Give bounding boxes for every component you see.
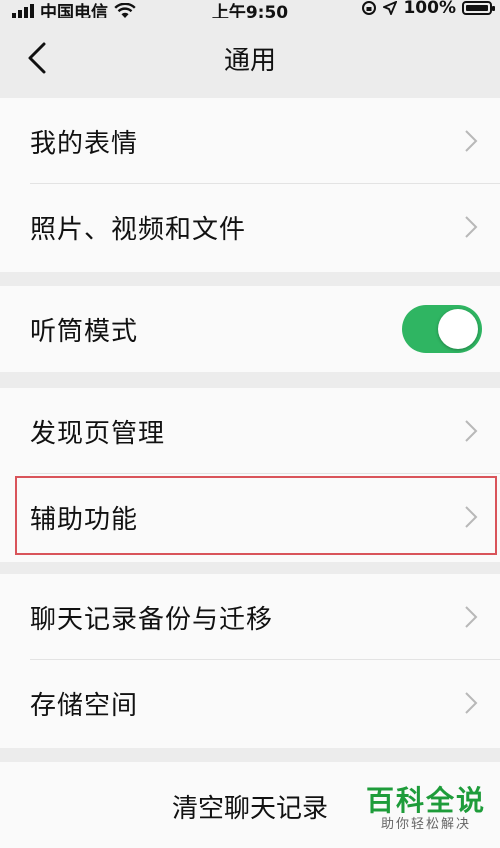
watermark-title: 百科全说	[365, 784, 486, 817]
settings-item-label: 我的表情	[30, 128, 139, 159]
earpiece-mode-toggle[interactable]	[402, 305, 482, 353]
clear-chat-history-label: 清空聊天记录	[171, 794, 328, 824]
settings-group-1: 我的表情 照片、视频和文件	[0, 98, 500, 272]
chevron-right-icon	[465, 420, 478, 442]
watermark-logo: 百科全说 助你轻松解决	[366, 786, 486, 834]
rotation-lock-icon	[362, 1, 377, 15]
settings-item-accessibility[interactable]: 辅助功能	[0, 474, 500, 560]
chevron-right-icon	[465, 506, 478, 528]
settings-item-storage[interactable]: 存储空间	[0, 660, 500, 746]
toggle-knob	[438, 309, 478, 349]
chevron-right-icon	[465, 216, 478, 238]
location-icon	[383, 1, 398, 15]
settings-item-photos-videos-files[interactable]: 照片、视频和文件	[0, 184, 500, 270]
settings-item-label: 聊天记录备份与迁移	[30, 604, 274, 635]
battery-percent: 100%	[403, 0, 456, 18]
settings-group-2: 听筒模式	[0, 286, 500, 372]
chevron-right-icon	[465, 606, 478, 628]
watermark-subtitle: 助你轻松解决	[380, 817, 471, 832]
settings-item-my-stickers[interactable]: 我的表情	[0, 98, 500, 184]
settings-item-label: 听筒模式	[30, 316, 139, 347]
settings-item-label: 照片、视频和文件	[30, 214, 247, 245]
nav-bar: 通用	[0, 18, 500, 96]
battery-icon	[462, 1, 495, 15]
status-right: 100%	[361, 0, 495, 18]
settings-item-chat-backup-migration[interactable]: 聊天记录备份与迁移	[0, 574, 500, 660]
settings-item-label: 存储空间	[30, 690, 139, 721]
settings-group-3: 发现页管理 辅助功能	[0, 388, 500, 562]
chevron-right-icon	[465, 130, 478, 152]
settings-item-label: 辅助功能	[30, 504, 139, 535]
page-title: 通用	[223, 46, 276, 76]
status-bar: 中国电信 上午9:50 100%	[0, 0, 500, 23]
settings-group-4: 聊天记录备份与迁移 存储空间	[0, 574, 500, 748]
chevron-right-icon	[465, 692, 478, 714]
settings-item-earpiece-mode: 听筒模式	[0, 286, 500, 372]
settings-item-label: 发现页管理	[30, 418, 166, 449]
settings-item-discover-management[interactable]: 发现页管理	[0, 388, 500, 474]
